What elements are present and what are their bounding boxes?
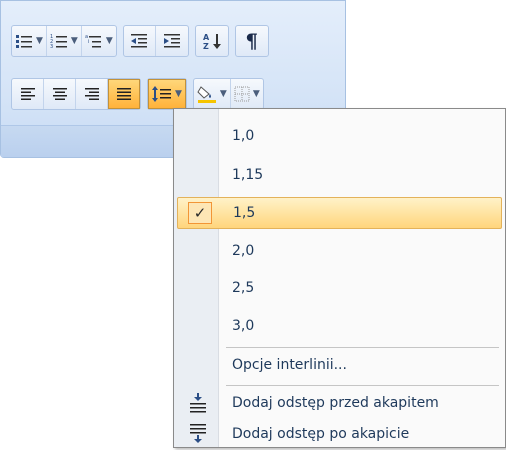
checkmark-icon: ✓ bbox=[188, 202, 212, 224]
shading-borders-group: ▼ ▼ bbox=[192, 78, 264, 110]
menu-item-spacing-3-0[interactable]: 3,0 bbox=[177, 310, 502, 342]
align-center-button[interactable] bbox=[44, 79, 76, 109]
shading-button[interactable]: ▼ bbox=[194, 79, 231, 109]
menu-item-add-space-after[interactable]: Dodaj odstęp po akapicie bbox=[177, 418, 502, 450]
align-right-icon bbox=[84, 88, 99, 100]
space-after-icon bbox=[190, 424, 206, 443]
menu-item-spacing-1-5[interactable]: ✓ 1,5 bbox=[177, 197, 502, 229]
chevron-down-icon[interactable]: ▼ bbox=[220, 89, 227, 99]
alignment-buttons-group bbox=[11, 78, 141, 110]
show-formatting-marks-icon: ¶ bbox=[245, 29, 259, 53]
space-before-icon bbox=[190, 393, 206, 413]
sort-icon: A Z bbox=[203, 33, 221, 50]
svg-text:3: 3 bbox=[50, 44, 53, 49]
numbering-icon: 1 2 3 bbox=[50, 34, 67, 49]
menu-item-label: 2,5 bbox=[232, 280, 255, 296]
menu-item-label: 1,0 bbox=[232, 128, 255, 144]
ribbon-row-lists: ▼ 1 2 3 ▼ a i ▼ A Z ¶ bbox=[11, 25, 275, 57]
menu-item-label: Opcje interlinii... bbox=[232, 357, 347, 373]
svg-text:A: A bbox=[203, 33, 210, 42]
borders-icon bbox=[234, 86, 250, 102]
line-spacing-group: ▼ bbox=[147, 78, 187, 110]
justify-button[interactable] bbox=[108, 79, 140, 109]
line-spacing-button[interactable]: ▼ bbox=[148, 79, 186, 109]
borders-button[interactable]: ▼ bbox=[231, 79, 263, 109]
show-formatting-marks-button[interactable]: ¶ bbox=[236, 26, 268, 56]
svg-text:Z: Z bbox=[203, 42, 209, 50]
shading-icon bbox=[197, 86, 216, 103]
menu-item-label: 2,0 bbox=[232, 243, 255, 259]
list-buttons-group: ▼ 1 2 3 ▼ a i ▼ bbox=[11, 25, 117, 57]
sort-buttons-group: A Z bbox=[194, 25, 229, 57]
show-marks-group: ¶ bbox=[234, 25, 269, 57]
multilevel-list-button[interactable]: a i ▼ bbox=[82, 26, 116, 56]
decrease-indent-button[interactable] bbox=[124, 26, 156, 56]
chevron-down-icon[interactable]: ▼ bbox=[71, 36, 78, 46]
chevron-down-icon[interactable]: ▼ bbox=[106, 36, 113, 46]
menu-item-label: Dodaj odstęp przed akapitem bbox=[232, 395, 439, 411]
menu-item-label: Dodaj odstęp po akapicie bbox=[232, 426, 410, 442]
align-right-button[interactable] bbox=[76, 79, 108, 109]
align-left-button[interactable] bbox=[12, 79, 44, 109]
menu-item-label: 3,0 bbox=[232, 318, 255, 334]
bullets-icon bbox=[16, 35, 32, 48]
align-center-icon bbox=[52, 88, 67, 100]
menu-item-spacing-1-15[interactable]: 1,15 bbox=[177, 159, 502, 191]
chevron-down-icon[interactable]: ▼ bbox=[253, 89, 260, 99]
sort-button[interactable]: A Z bbox=[196, 26, 228, 56]
line-spacing-menu: 1,0 1,15 ✓ 1,5 2,0 2,5 3,0 Opcje interli… bbox=[173, 108, 506, 448]
line-spacing-icon bbox=[152, 86, 171, 102]
bullets-button[interactable]: ▼ bbox=[12, 26, 47, 56]
menu-item-line-spacing-options[interactable]: Opcje interlinii... bbox=[177, 349, 502, 381]
menu-item-add-space-before[interactable]: Dodaj odstęp przed akapitem bbox=[177, 387, 502, 419]
menu-item-spacing-2-5[interactable]: 2,5 bbox=[177, 272, 502, 304]
chevron-down-icon[interactable]: ▼ bbox=[36, 36, 43, 46]
chevron-down-icon[interactable]: ▼ bbox=[175, 89, 182, 99]
menu-separator bbox=[226, 347, 499, 348]
menu-separator bbox=[226, 385, 499, 386]
ribbon-row-alignment: ▼ ▼ ▼ bbox=[11, 78, 270, 110]
menu-item-spacing-1-0[interactable]: 1,0 bbox=[177, 120, 502, 152]
decrease-indent-icon bbox=[131, 34, 148, 48]
justify-icon bbox=[117, 88, 131, 100]
increase-indent-icon bbox=[163, 34, 180, 48]
svg-text:i: i bbox=[88, 39, 89, 45]
menu-item-label: 1,5 bbox=[233, 205, 256, 221]
align-left-icon bbox=[20, 88, 35, 100]
numbering-button[interactable]: 1 2 3 ▼ bbox=[47, 26, 82, 56]
menu-item-label: 1,15 bbox=[232, 167, 264, 183]
indent-buttons-group bbox=[122, 25, 189, 57]
multilevel-list-icon: a i bbox=[85, 34, 101, 48]
menu-item-spacing-2-0[interactable]: 2,0 bbox=[177, 235, 502, 267]
increase-indent-button[interactable] bbox=[156, 26, 188, 56]
